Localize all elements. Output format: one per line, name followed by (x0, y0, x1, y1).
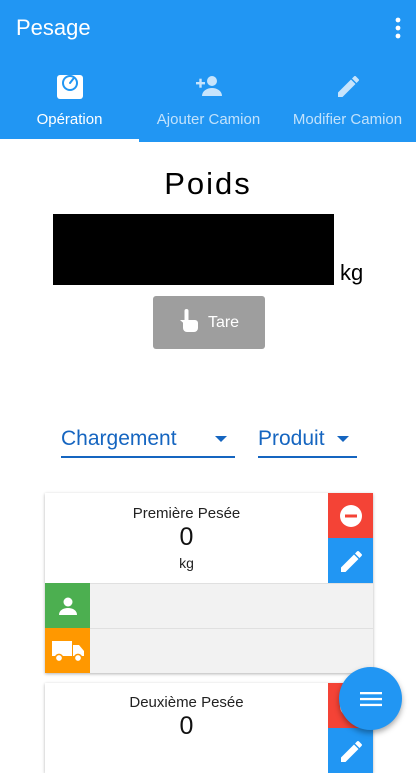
more-options-icon[interactable] (388, 14, 408, 42)
first-weighing-value: 0 (179, 523, 194, 551)
tare-label: Tare (207, 313, 240, 331)
product-dropdown[interactable]: Produit (258, 424, 357, 458)
first-weighing-title: Première Pesée (132, 505, 241, 522)
menu-fab[interactable] (339, 667, 402, 730)
tab-edit-truck-label: Modifier Camion (292, 111, 403, 128)
first-weighing-card: Première Pesée 0 kg (45, 493, 373, 673)
truck-icon (51, 640, 84, 662)
operation-type-dropdown[interactable]: Chargement (61, 424, 235, 458)
pencil-icon (278, 72, 416, 100)
tab-add-truck[interactable]: Ajouter Camion (139, 62, 278, 142)
second-weighing-value: 0 (179, 712, 194, 740)
touch-icon (179, 308, 199, 337)
weight-display (53, 214, 334, 285)
first-weighing-unit: kg (179, 555, 194, 571)
pencil-icon (340, 740, 362, 762)
second-weighing-title: Deuxième Pesée (129, 694, 244, 711)
tab-edit-truck[interactable]: Modifier Camion (278, 62, 416, 142)
minus-circle-icon (339, 504, 362, 527)
operation-type-value: Chargement (61, 427, 177, 450)
person-icon (58, 597, 77, 615)
tare-button[interactable]: Tare (153, 296, 265, 349)
edit-weighing-button[interactable] (328, 728, 373, 773)
person-add-icon (139, 72, 278, 100)
tab-add-truck-label: Ajouter Camion (156, 111, 261, 128)
remove-weighing-button[interactable] (328, 493, 373, 538)
weight-unit: kg (340, 260, 364, 285)
driver-icon-box (45, 583, 90, 628)
weight-title: Poids (164, 166, 252, 201)
tab-operation-label: Opération (36, 111, 103, 128)
scale-icon (0, 72, 139, 100)
product-value: Produit (258, 427, 325, 450)
pencil-icon (340, 550, 362, 572)
tab-bar: Opération Ajouter Camion Modifier Camion (0, 62, 416, 142)
truck-field[interactable] (90, 628, 373, 673)
driver-field[interactable] (90, 583, 373, 628)
chevron-down-icon (337, 436, 349, 442)
menu-lines-icon (359, 691, 382, 706)
app-title: Pesage (16, 15, 91, 40)
second-weighing-card: Deuxième Pesée 0 (45, 683, 373, 773)
edit-weighing-button[interactable] (328, 538, 373, 583)
truck-icon-box (45, 628, 90, 673)
chevron-down-icon (215, 436, 227, 442)
app-bar: Pesage Opération Ajouter Camion Modifier… (0, 0, 416, 142)
tab-operation[interactable]: Opération (0, 62, 139, 142)
